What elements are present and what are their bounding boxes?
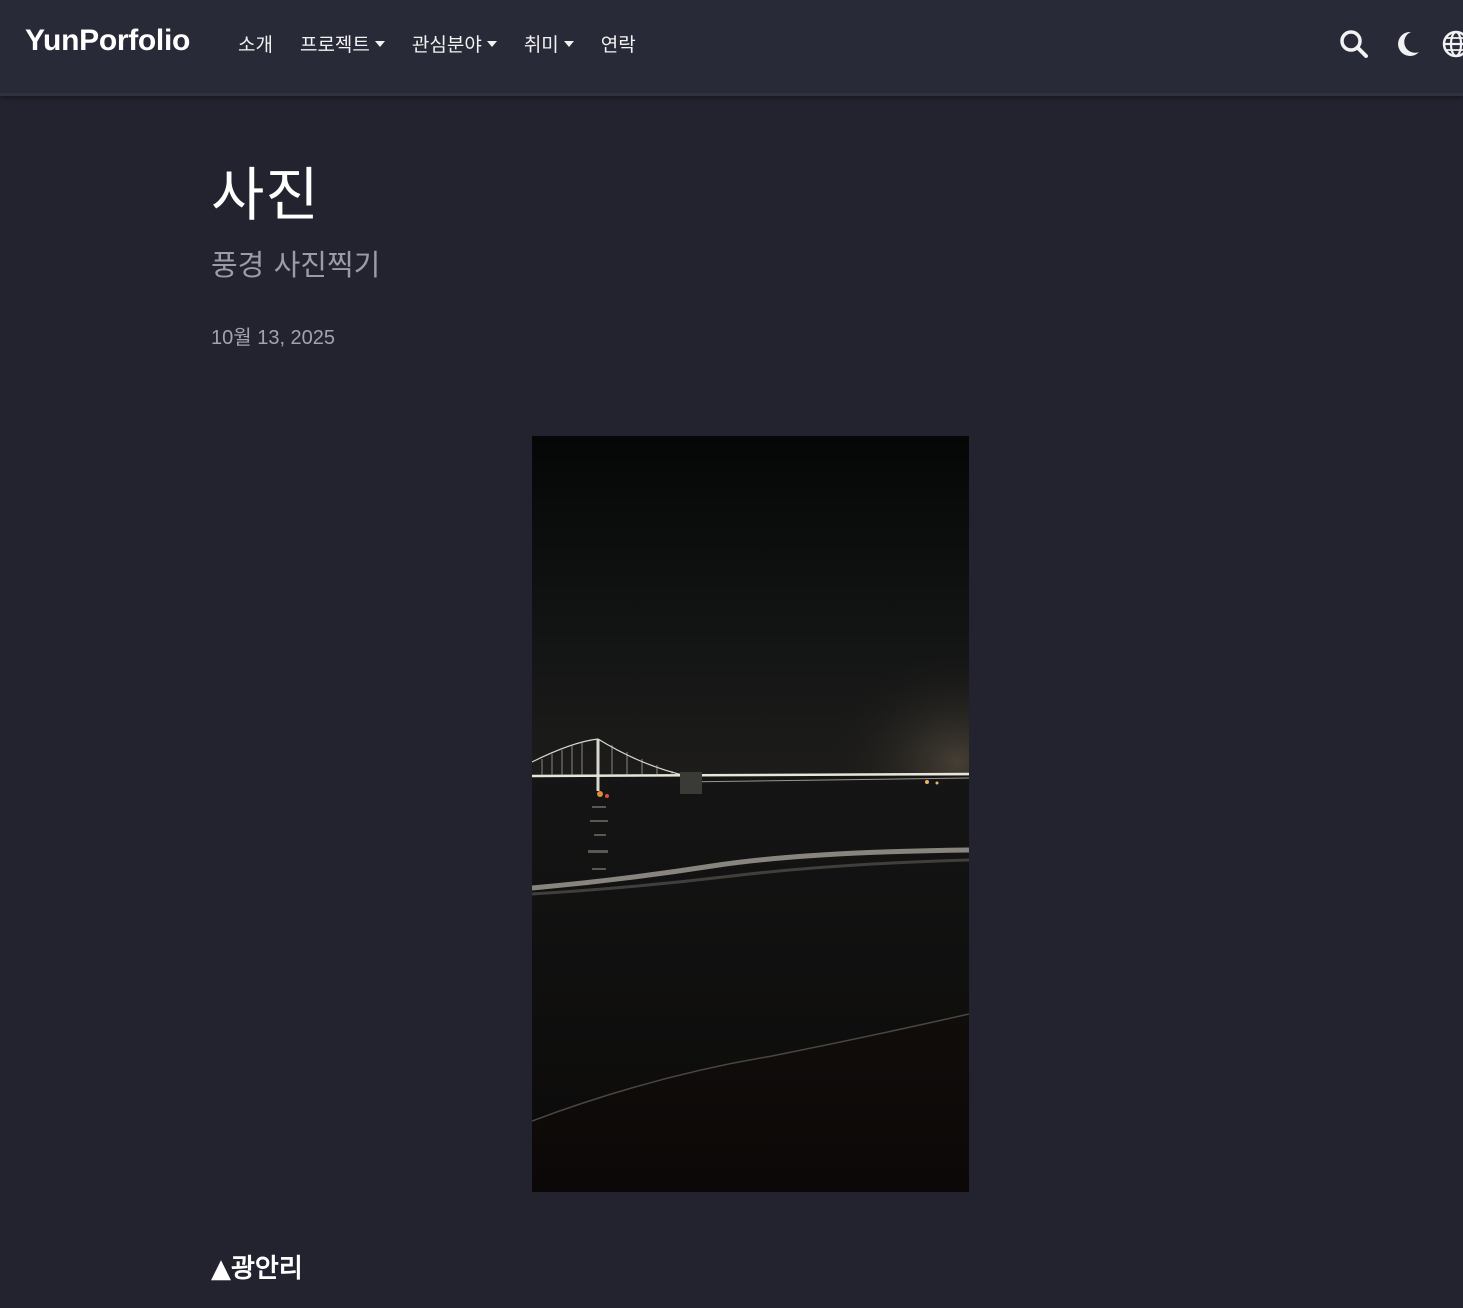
nav-item-label: 프로젝트 [299, 34, 370, 56]
nav-item-hobbies[interactable]: 취미 [524, 30, 574, 57]
site-brand-link[interactable]: YunPorfolio [25, 24, 190, 58]
search-icon[interactable] [1338, 28, 1370, 60]
moon-icon[interactable] [1392, 28, 1424, 60]
night-bridge-photo [532, 436, 969, 1192]
nav-item-contact[interactable]: 연락 [601, 30, 636, 57]
photo-caption: ▲광안리 [211, 1254, 303, 1284]
nav-item-intro[interactable]: 소개 [238, 30, 273, 57]
nav-menu: 소개 프로젝트 관심분야 취미 연락 [238, 30, 663, 57]
nav-item-label: 소개 [238, 34, 273, 56]
nav-item-interests[interactable]: 관심분야 [412, 30, 497, 57]
caret-down-icon [374, 40, 385, 47]
page-subtitle: 풍경 사진찍기 [211, 248, 381, 282]
caret-down-icon [486, 40, 497, 47]
post-date: 10월 13, 2025 [211, 327, 336, 349]
globe-icon[interactable] [1440, 28, 1463, 60]
top-navbar: YunPorfolio 소개 프로젝트 관심분야 취미 연락 [0, 0, 1463, 96]
nav-item-label: 관심분야 [411, 34, 482, 56]
nav-item-label: 취미 [523, 34, 559, 56]
caret-down-icon [563, 40, 574, 47]
nav-item-projects[interactable]: 프로젝트 [300, 30, 385, 57]
nav-item-label: 연락 [600, 34, 636, 56]
page-title: 사진 [211, 161, 320, 229]
